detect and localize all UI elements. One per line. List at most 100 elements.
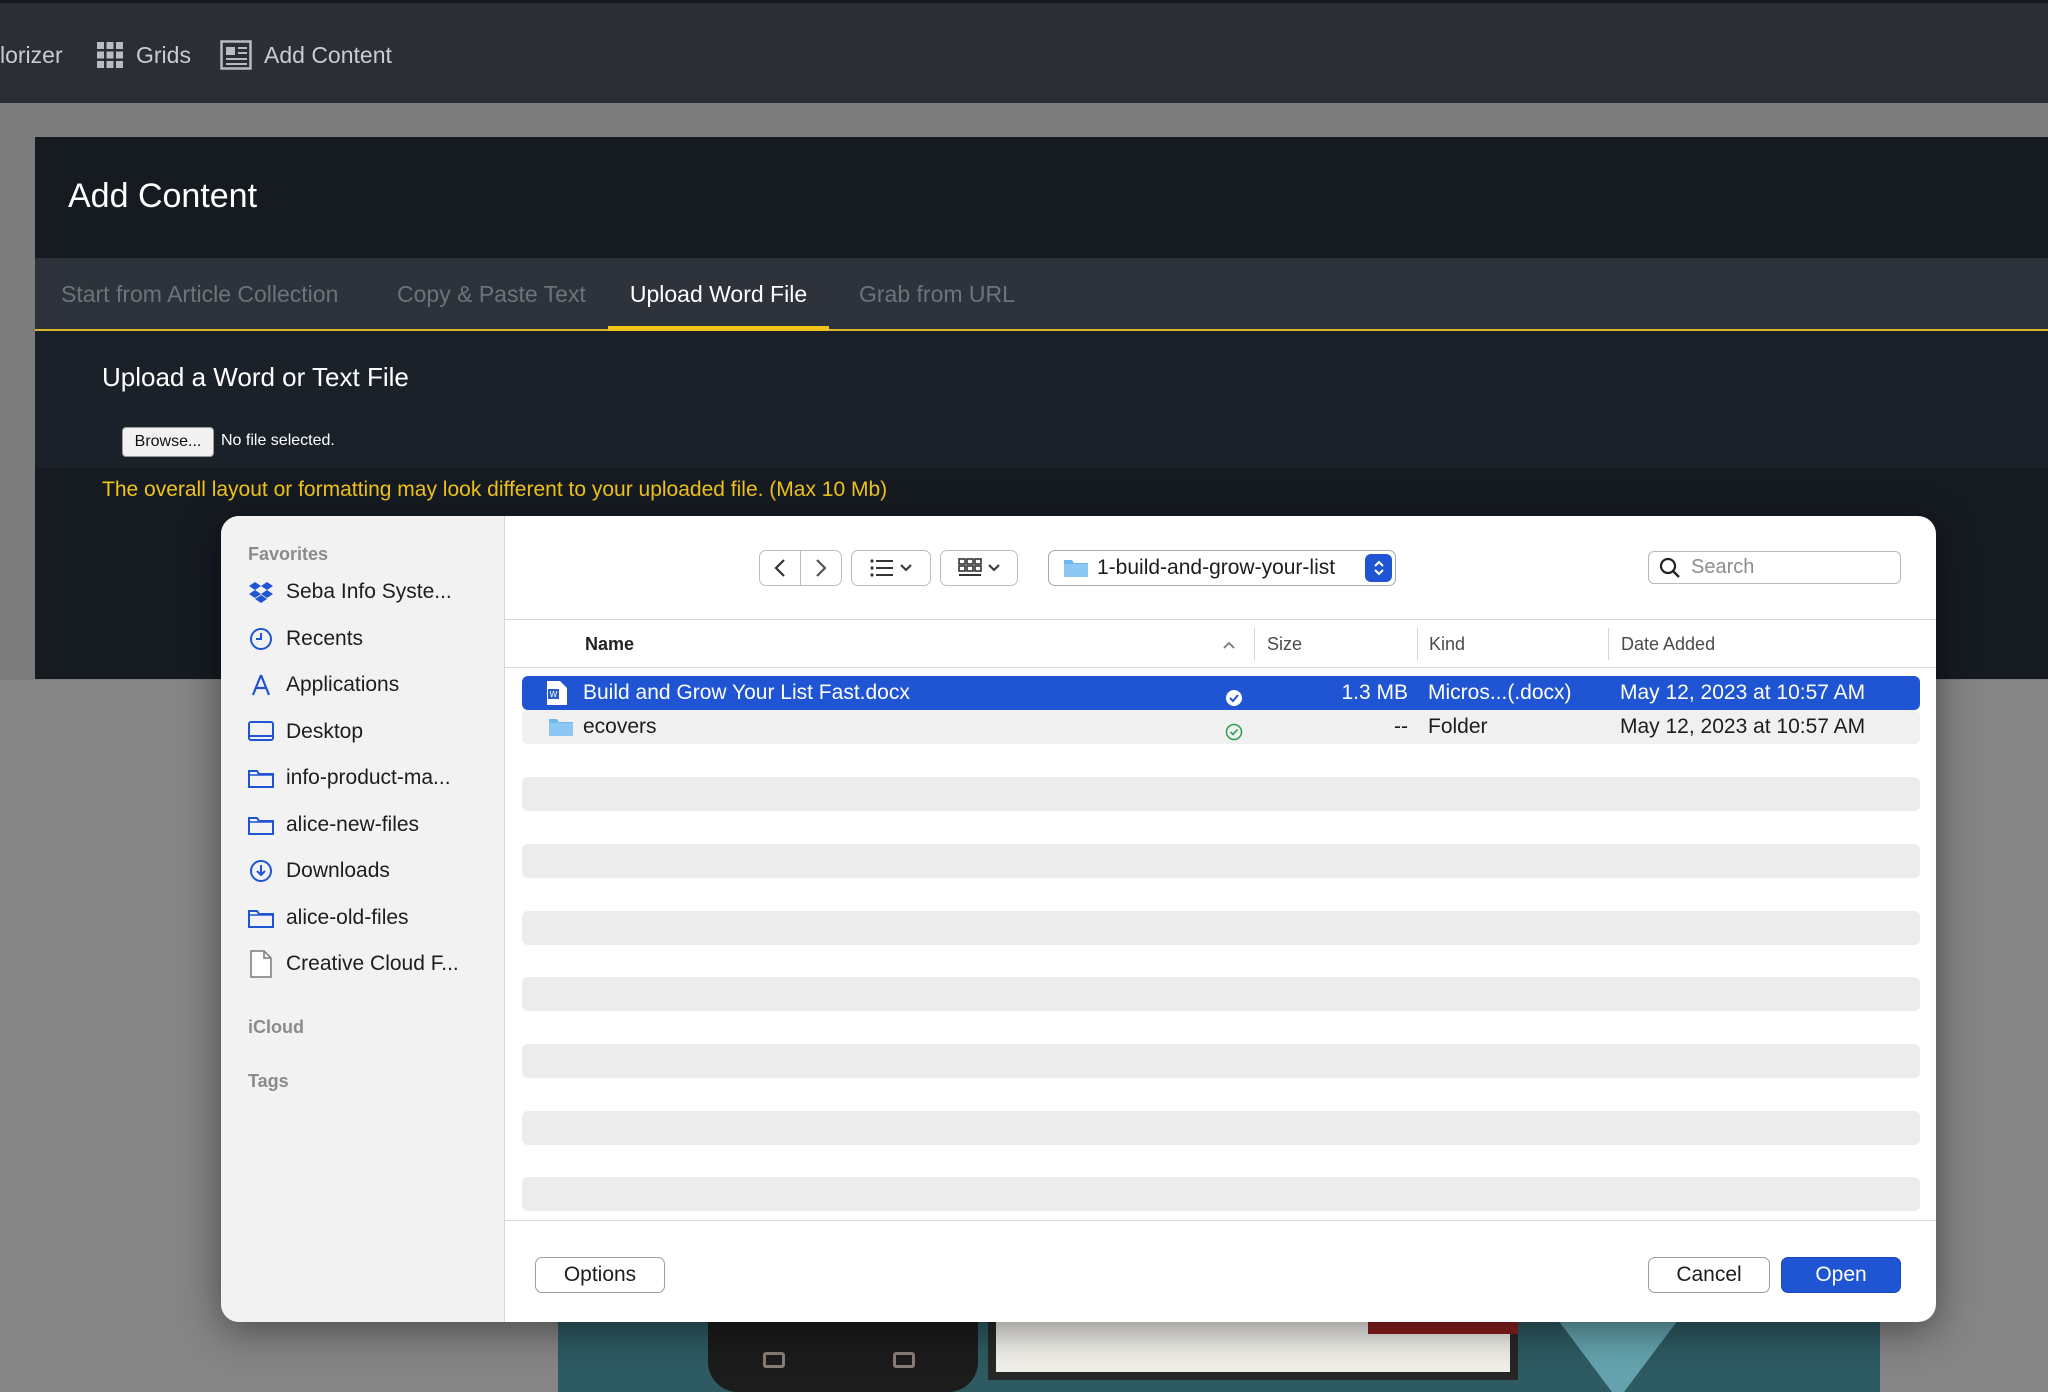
sidebar-item-applications[interactable]: Applications [248,670,399,700]
column-header-row: Name Size Kind Date Added [505,620,1936,668]
tab-article-collection[interactable]: Start from Article Collection [61,258,338,331]
folder-icon [548,715,574,739]
folder-icon [1064,560,1088,577]
modal-title: Add Content [68,177,258,215]
tab-upload-word[interactable]: Upload Word File [608,258,829,331]
sidebar-item-dropbox[interactable]: Seba Info Syste... [248,577,452,607]
sidebar-item-label: alice-new-files [286,813,420,836]
tags-heading[interactable]: Tags [248,1071,289,1092]
empty-row [522,844,1920,878]
forward-button[interactable] [800,550,842,586]
stepper-icon [1365,554,1392,582]
nav-item-label: Grids [136,41,191,68]
icloud-heading[interactable]: iCloud [248,1017,304,1038]
sidebar-item-label: Recents [286,627,364,650]
article-icon [220,40,252,70]
column-kind-header[interactable]: Kind [1429,620,1465,668]
back-button[interactable] [759,550,801,586]
file-kind: Micros...(.docx) [1428,681,1572,704]
nav-item-add-content[interactable]: Add Content [220,37,392,73]
upload-section-title: Upload a Word or Text File [102,362,409,392]
empty-row [522,1177,1920,1211]
dialog-sidebar: Favorites Seba Info Syste... Recents App… [221,516,505,1322]
empty-row [522,911,1920,945]
chevron-down-icon [900,564,912,572]
sidebar-item-label: Seba Info Syste... [286,580,452,603]
file-name: ecovers [583,715,657,738]
sidebar-item-label: Downloads [286,859,390,882]
favorites-heading: Favorites [248,544,329,564]
file-status-text: No file selected. [221,432,335,449]
sidebar-item-desktop[interactable]: Desktop [248,717,363,747]
dialog-toolbar: 1-build-and-grow-your-list [505,516,1936,620]
sidebar-item-recents[interactable]: Recents [248,624,363,654]
file-open-dialog: Favorites Seba Info Syste... Recents App… [221,516,1936,1322]
options-button[interactable]: Options [535,1257,665,1293]
sidebar-item-label: info-product-ma... [286,766,451,789]
empty-row [522,977,1920,1011]
column-name-header[interactable]: Name [585,620,634,668]
empty-row [522,1111,1920,1145]
search-input[interactable] [1691,556,1891,579]
svg-text:W: W [550,690,558,699]
file-row[interactable]: ecovers -- Folder May 12, 2023 at 10:57 … [522,710,1920,744]
folder-icon [248,770,274,788]
desktop-icon [248,721,274,741]
file-kind: Folder [1428,715,1488,738]
clock-icon [250,628,272,650]
sidebar-item-label: Desktop [286,720,364,743]
synced-check-icon [1225,718,1243,741]
tab-copy-paste[interactable]: Copy & Paste Text [397,258,586,331]
word-doc-icon: W [546,680,568,706]
cancel-button[interactable]: Cancel [1648,1257,1770,1293]
tab-strip: Start from Article Collection Copy & Pas… [35,258,2048,331]
file-size: -- [1394,715,1408,738]
sidebar-item-alice-old-files[interactable]: alice-old-files [248,903,409,933]
tab-grab-url[interactable]: Grab from URL [859,258,1015,331]
column-size-header[interactable]: Size [1267,620,1302,668]
list-icon [870,559,893,577]
dialog-footer: Options Cancel Open [505,1220,1936,1322]
nav-item-label: lorizer [0,41,63,68]
nav-item-colorizer[interactable]: lorizer [0,37,63,73]
nav-item-label: Add Content [264,41,392,68]
sidebar-item-label: Creative Cloud F... [286,952,459,975]
file-date: May 12, 2023 at 10:57 AM [1620,681,1866,704]
list-view-button[interactable] [851,550,931,586]
sidebar-item-label: alice-old-files [286,906,409,929]
path-popup[interactable]: 1-build-and-grow-your-list [1048,550,1396,586]
sidebar-item-downloads[interactable]: Downloads [248,856,390,886]
file-row[interactable]: W Build and Grow Your List Fast.docx 1.3… [522,676,1920,710]
chevron-right-icon [816,559,827,577]
dropbox-icon [249,582,273,603]
open-button[interactable]: Open [1781,1257,1901,1293]
download-icon [250,860,272,882]
browse-button[interactable]: Browse... [122,427,214,457]
chevron-left-icon [774,559,785,577]
sidebar-item-alice-new-files[interactable]: alice-new-files [248,810,419,840]
sidebar-item-creative-cloud[interactable]: Creative Cloud F... [248,949,459,979]
file-name: Build and Grow Your List Fast.docx [583,681,910,704]
sort-ascending-icon [1223,641,1235,649]
empty-row [522,777,1920,811]
document-icon [250,950,272,978]
path-label: 1-build-and-grow-your-list [1097,556,1336,579]
folder-icon [248,817,274,835]
chevron-down-icon [988,564,1000,572]
sidebar-item-label: Applications [286,673,400,696]
empty-row [522,1044,1920,1078]
applications-icon [251,674,271,696]
search-icon [1659,557,1680,578]
nav-item-grids[interactable]: Grids [96,37,191,73]
file-size: 1.3 MB [1341,681,1408,704]
column-date-header[interactable]: Date Added [1621,620,1715,668]
folder-icon [248,910,274,928]
upload-warning: The overall layout or formatting may loo… [102,478,888,501]
grid-icon [97,42,123,68]
sidebar-item-info-product[interactable]: info-product-ma... [248,763,451,793]
group-view-button[interactable] [940,550,1018,586]
file-date: May 12, 2023 at 10:57 AM [1620,715,1866,738]
synced-check-icon [1225,684,1243,706]
search-field[interactable] [1648,551,1901,584]
gallery-icon [958,558,982,576]
